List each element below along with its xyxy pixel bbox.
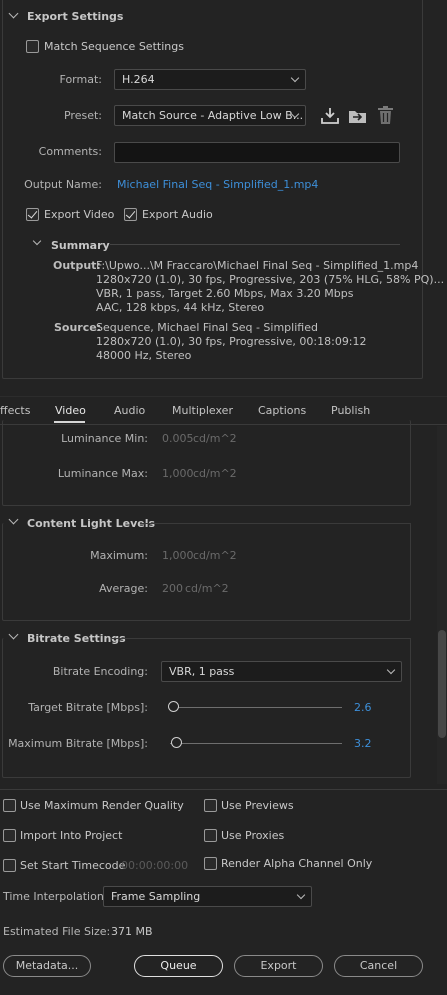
luminance-min-label: Luminance Min: xyxy=(61,432,148,445)
bitrate-panel-topline xyxy=(112,638,411,639)
bitrate-encoding-value: VBR, 1 pass xyxy=(169,665,235,678)
summary-divider xyxy=(110,244,400,245)
comments-label: Comments: xyxy=(38,145,102,158)
chevron-down-icon xyxy=(296,890,306,900)
content-light-panel-topline xyxy=(140,523,411,524)
format-dropdown[interactable]: H.264 xyxy=(114,69,306,90)
export-audio-checkbox[interactable] xyxy=(124,208,137,221)
import-into-project-label: Import Into Project xyxy=(20,829,123,842)
render-alpha-checkbox[interactable] xyxy=(204,857,217,870)
summary-output-line: AAC, 128 kbps, 44 kHz, Stereo xyxy=(96,301,265,314)
target-bitrate-slider-knob[interactable] xyxy=(168,701,179,712)
use-proxies-checkbox[interactable] xyxy=(204,829,217,842)
format-value: H.264 xyxy=(122,73,155,86)
set-start-timecode-label: Set Start Timecode xyxy=(20,859,126,872)
set-start-timecode-checkbox[interactable] xyxy=(3,859,16,872)
summary-source-label: Source: xyxy=(54,321,102,334)
preset-value: Match Source - Adaptive Low B... xyxy=(122,109,304,122)
file-size-label: Estimated File Size: xyxy=(3,925,111,938)
output-name-link[interactable]: Michael Final Seq - Simplified_1.mp4 xyxy=(117,178,318,191)
chevron-down-icon xyxy=(290,73,300,83)
export-video-label: Export Video xyxy=(44,208,115,221)
max-render-quality-checkbox[interactable] xyxy=(3,799,16,812)
content-light-average-unit: cd/m^2 xyxy=(185,582,229,595)
tab-video[interactable]: Video xyxy=(55,404,86,417)
metadata-button[interactable]: Metadata... xyxy=(3,955,91,977)
content-light-average-value[interactable]: 200 xyxy=(162,582,183,595)
time-interpolation-dropdown[interactable]: Frame Sampling xyxy=(103,886,312,907)
summary-output-line: F:\Upwo...\M Fraccaro\Michael Final Seq … xyxy=(96,259,419,272)
summary-source-line: 1280x720 (1.0), 30 fps, Progressive, 00:… xyxy=(96,335,367,348)
tab-publish[interactable]: Publish xyxy=(331,404,370,417)
chevron-down-icon xyxy=(386,665,396,675)
tab-multiplexer[interactable]: Multiplexer xyxy=(172,404,233,417)
start-timecode-value[interactable]: 00:00:00:00 xyxy=(121,859,188,872)
use-proxies-label: Use Proxies xyxy=(221,829,285,842)
summary-title: Summary xyxy=(51,239,110,252)
export-settings-title: Export Settings xyxy=(27,10,124,23)
luminance-min-unit: cd/m^2 xyxy=(193,432,237,445)
queue-button[interactable]: Queue xyxy=(134,955,223,977)
content-light-panel xyxy=(2,523,411,621)
bottom-divider xyxy=(0,789,447,790)
luminance-max-value[interactable]: 1,000 xyxy=(162,467,194,480)
content-light-maximum-unit: cd/m^2 xyxy=(193,549,237,562)
content-light-maximum-label: Maximum: xyxy=(90,549,148,562)
use-previews-checkbox[interactable] xyxy=(204,799,217,812)
content-light-average-label: Average: xyxy=(99,582,148,595)
output-name-label: Output Name: xyxy=(24,178,102,191)
render-alpha-label: Render Alpha Channel Only xyxy=(221,857,373,870)
use-previews-label: Use Previews xyxy=(221,799,294,812)
luminance-max-label: Luminance Max: xyxy=(57,467,148,480)
max-bitrate-value[interactable]: 3.2 xyxy=(354,737,372,750)
import-preset-icon[interactable] xyxy=(347,107,369,125)
match-sequence-label: Match Sequence Settings xyxy=(44,40,184,53)
luminance-min-value[interactable]: 0.005 xyxy=(162,432,194,445)
target-bitrate-slider-track[interactable] xyxy=(170,707,342,708)
match-sequence-checkbox[interactable] xyxy=(26,40,39,53)
delete-preset-icon[interactable] xyxy=(377,106,394,125)
target-bitrate-label: Target Bitrate [Mbps]: xyxy=(28,701,148,714)
summary-source-line: 48000 Hz, Stereo xyxy=(96,349,192,362)
summary-output-line: 1280x720 (1.0), 30 fps, Progressive, 203… xyxy=(96,273,445,286)
file-size-value: 371 MB xyxy=(111,925,153,938)
bitrate-encoding-dropdown[interactable]: VBR, 1 pass xyxy=(161,661,402,682)
luminance-max-unit: cd/m^2 xyxy=(193,467,237,480)
time-interpolation-label: Time Interpolation: xyxy=(3,890,108,903)
target-bitrate-value[interactable]: 2.6 xyxy=(354,701,372,714)
cancel-button[interactable]: Cancel xyxy=(334,955,423,977)
export-audio-label: Export Audio xyxy=(142,208,213,221)
max-render-quality-label: Use Maximum Render Quality xyxy=(20,799,184,812)
max-bitrate-slider-track[interactable] xyxy=(170,743,342,744)
tab-captions[interactable]: Captions xyxy=(258,404,306,417)
content-light-maximum-value[interactable]: 1,000 xyxy=(162,549,194,562)
time-interpolation-value: Frame Sampling xyxy=(111,890,201,903)
settings-scrollbar-thumb[interactable] xyxy=(438,630,446,738)
save-preset-icon[interactable] xyxy=(320,107,340,125)
export-video-checkbox[interactable] xyxy=(26,208,39,221)
export-button[interactable]: Export xyxy=(234,955,323,977)
summary-source-line: Sequence, Michael Final Seq - Simplified xyxy=(96,321,318,334)
preset-dropdown[interactable]: Match Source - Adaptive Low B... xyxy=(114,105,306,126)
format-label: Format: xyxy=(59,73,102,86)
tab-effects[interactable]: ffects xyxy=(0,404,30,417)
import-into-project-checkbox[interactable] xyxy=(3,829,16,842)
max-bitrate-label: Maximum Bitrate [Mbps]: xyxy=(8,737,148,750)
bitrate-encoding-label: Bitrate Encoding: xyxy=(52,665,148,678)
summary-output-label: Output: xyxy=(53,259,101,272)
comments-input[interactable] xyxy=(114,142,400,163)
tab-audio[interactable]: Audio xyxy=(114,404,145,417)
summary-output-line: VBR, 1 pass, Target 2.60 Mbps, Max 3.20 … xyxy=(96,287,354,300)
preset-label: Preset: xyxy=(63,109,102,122)
max-bitrate-slider-knob[interactable] xyxy=(171,737,182,748)
